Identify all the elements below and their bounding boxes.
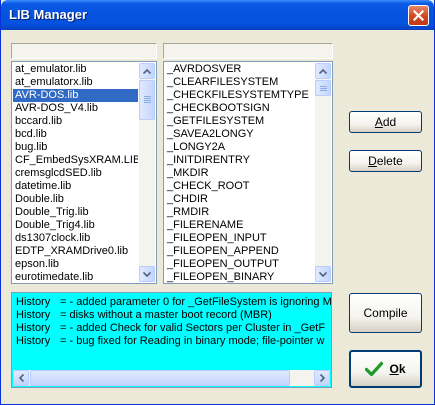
library-list-item[interactable]: bcd.lib	[13, 128, 138, 141]
routine-list-item[interactable]: _INITDIRENTRY	[165, 154, 314, 167]
ok-button[interactable]: Ok	[349, 350, 422, 388]
routine-list-item[interactable]: _FILEOPEN_OUTPUT	[165, 258, 314, 271]
routine-list-item[interactable]: _RMDIR	[165, 206, 314, 219]
routine-list-item[interactable]: _LONGY2A	[165, 141, 314, 154]
routine-list-item[interactable]: _GETFILESYSTEM	[165, 115, 314, 128]
routine-list-item[interactable]: _CLEARFILESYSTEM	[165, 76, 314, 89]
routine-list-item[interactable]: _AVRDOSVER	[165, 63, 314, 76]
history-horizontal-scrollbar[interactable]	[13, 370, 330, 386]
scroll-down-button[interactable]	[139, 266, 155, 282]
history-key: History	[16, 322, 51, 334]
chevron-left-icon	[18, 374, 24, 382]
routine-list-item[interactable]: _SAVEA2LONGY	[165, 128, 314, 141]
add-button-label: Add	[374, 115, 397, 129]
chevron-down-icon	[143, 271, 151, 277]
routine-list-item[interactable]: _FILEOPEN_INPUT	[165, 232, 314, 245]
routine-list-item[interactable]: _CHDIR	[165, 193, 314, 206]
routine-list-item[interactable]: _CHECK_ROOT	[165, 180, 314, 193]
delete-button[interactable]: Delete	[349, 150, 422, 172]
checkmark-icon	[365, 361, 384, 377]
history-key: History	[16, 335, 51, 347]
library-list-item[interactable]: at_emulator.lib	[13, 63, 138, 76]
history-key: History	[16, 296, 51, 308]
history-text: = - added Check for valid Sectors per Cl…	[60, 322, 326, 334]
routine-list[interactable]: _AVRDOSVER _CLEARFILESYSTEM _CHECKFILESYST…	[163, 61, 333, 284]
routine-list-header	[163, 43, 333, 59]
history-text: = - added parameter 0 for _GetFileSystem…	[60, 296, 332, 308]
library-list-item[interactable]: CF_EmbedSysXRAM.LIB	[13, 154, 138, 167]
library-list-items: at_emulator.lib at_emulatorx.lib AVR-DOS.l…	[13, 63, 138, 283]
library-list-item[interactable]: epson.lib	[13, 258, 138, 271]
library-list-item[interactable]: AVR-DOS.lib	[13, 89, 138, 102]
routine-list-item[interactable]: _CHECKFILESYSTEMTYPE	[165, 89, 314, 102]
scroll-thumb[interactable]	[139, 80, 155, 120]
library-list-item[interactable]: AVR-DOS_V4.lib	[13, 102, 138, 115]
library-list-item[interactable]: cremsglcdSED.lib	[13, 167, 138, 180]
library-list-item[interactable]: datetime.lib	[13, 180, 138, 193]
history-text: = - bug fixed for Reading in binary mode…	[60, 335, 325, 347]
history-text-area[interactable]: History = - added parameter 0 for _GetFil…	[11, 292, 332, 388]
compile-button-label: Compile	[363, 306, 408, 320]
history-text: = disks without a master boot record (MB…	[60, 309, 272, 321]
library-list-scrollbar[interactable]	[139, 63, 155, 282]
title-bar[interactable]: LIB Manager	[1, 0, 434, 30]
chevron-down-icon	[319, 271, 327, 277]
scroll-down-button[interactable]	[315, 266, 331, 282]
routine-list-items: _AVRDOSVER _CLEARFILESYSTEM _CHECKFILESYST…	[165, 63, 314, 283]
routine-list-scrollbar[interactable]	[315, 63, 331, 282]
scroll-thumb[interactable]	[30, 370, 290, 386]
add-button[interactable]: Add	[349, 111, 422, 133]
scroll-up-button[interactable]	[315, 63, 331, 79]
routine-list-item[interactable]: _FILEOPEN_APPEND	[165, 245, 314, 258]
library-list-item[interactable]: bug.lib	[13, 141, 138, 154]
library-list-item[interactable]: eurotimedate.lib	[13, 271, 138, 283]
library-list-header	[11, 43, 157, 59]
library-list-item[interactable]: EDTP_XRAMDrive0.lib	[13, 245, 138, 258]
library-list[interactable]: at_emulator.lib at_emulatorx.lib AVR-DOS.l…	[11, 61, 157, 284]
library-list-item[interactable]: Double.lib	[13, 193, 138, 206]
scroll-up-button[interactable]	[139, 63, 155, 79]
chevron-up-icon	[319, 68, 327, 74]
lib-manager-window: LIB Manager at_emulator.lib at_emulatorx.…	[0, 0, 435, 405]
scroll-right-button[interactable]	[314, 370, 330, 386]
library-list-item[interactable]: bccard.lib	[13, 115, 138, 128]
compile-button[interactable]: Compile	[349, 293, 422, 333]
scroll-left-button[interactable]	[13, 370, 29, 386]
close-icon	[413, 10, 424, 21]
delete-button-label: Delete	[368, 154, 403, 168]
library-list-item[interactable]: Double_Trig4.lib	[13, 219, 138, 232]
library-list-item[interactable]: ds1307clock.lib	[13, 232, 138, 245]
history-key: History	[16, 309, 51, 321]
routine-list-item[interactable]: _MKDIR	[165, 167, 314, 180]
routine-list-item[interactable]: _FILEOPEN_BINARY	[165, 271, 314, 283]
library-list-item[interactable]: Double_Trig.lib	[13, 206, 138, 219]
library-list-item[interactable]: at_emulatorx.lib	[13, 76, 138, 89]
ok-button-label: Ok	[389, 362, 406, 376]
chevron-up-icon	[143, 68, 151, 74]
routine-list-item[interactable]: _CHECKBOOTSIGN	[165, 102, 314, 115]
window-title: LIB Manager	[9, 7, 88, 22]
scroll-thumb[interactable]	[315, 80, 331, 96]
routine-list-item[interactable]: _FILERENAME	[165, 219, 314, 232]
chevron-right-icon	[319, 374, 325, 382]
close-button[interactable]	[408, 5, 429, 26]
